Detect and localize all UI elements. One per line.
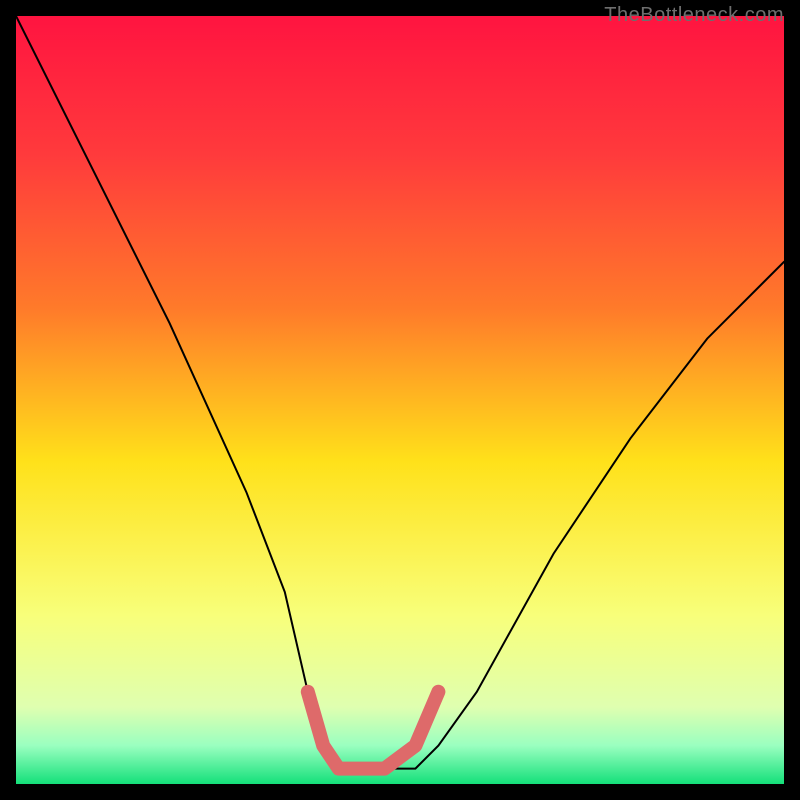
chart-background: [16, 16, 784, 784]
watermark-text: TheBottleneck.com: [604, 4, 784, 27]
bottleneck-chart: [16, 16, 784, 784]
chart-frame: TheBottleneck.com: [0, 0, 800, 800]
